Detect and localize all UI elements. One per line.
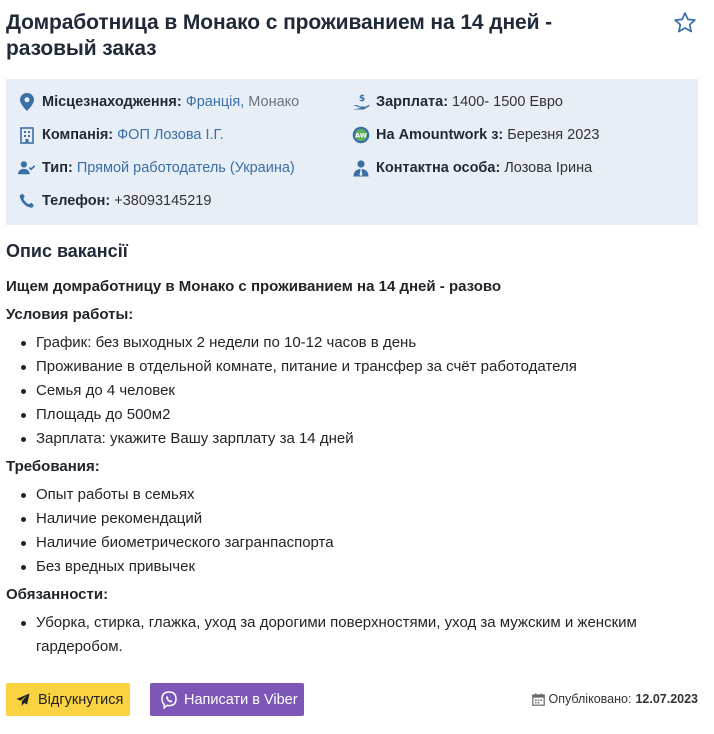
- user-tie-icon: [352, 159, 370, 177]
- salary-value: 1400- 1500 Евро: [452, 94, 563, 110]
- location-country-link[interactable]: Франція,: [186, 94, 245, 110]
- viber-button[interactable]: Написати в Viber: [150, 683, 304, 716]
- location-label: Місцезнаходження:: [42, 94, 182, 110]
- job-info-panel: Місцезнаходження: Франція, Монако $ Зарп…: [6, 79, 698, 225]
- company-row: Компанія: ФОП Лозова І.Г.: [18, 126, 224, 144]
- user-check-icon: [18, 159, 36, 177]
- contact-person-value: Лозова Ірина: [504, 160, 593, 176]
- salary-label: Зарплата:: [376, 94, 449, 110]
- description-section-title: Опис вакансії: [6, 241, 128, 261]
- list-item: Уборка, стирка, глажка, уход за дорогими…: [18, 611, 696, 659]
- salary-hand-icon: $: [352, 93, 370, 111]
- list-item: Семья до 4 человек: [18, 379, 706, 403]
- amountwork-logo-icon: AW: [352, 126, 370, 144]
- contact-person-label: Контактна особа:: [376, 160, 501, 176]
- paper-plane-icon: [14, 691, 32, 709]
- member-since-label: На Amountwork з:: [376, 127, 504, 143]
- job-description: Ищем домработницу в Монако с проживанием…: [6, 275, 706, 659]
- published-info: Опубліковано: 12.07.2023: [531, 692, 698, 706]
- requirements-list: Опыт работы в семьях Наличие рекомендаци…: [6, 483, 706, 579]
- svg-text:AW: AW: [355, 132, 367, 140]
- employer-type-label: Тип:: [42, 160, 73, 176]
- member-since-row: AW На Amountwork з: Березня 2023: [352, 126, 599, 144]
- viber-button-label: Написати в Viber: [184, 691, 298, 708]
- respond-button-label: Відгукнутися: [38, 691, 124, 708]
- company-label: Компанія:: [42, 127, 114, 143]
- employer-type-link[interactable]: Прямой работодатель (Украина): [77, 160, 295, 176]
- svg-text:$: $: [359, 94, 365, 104]
- viber-icon: [160, 690, 178, 709]
- requirements-title: Требования:: [6, 458, 100, 475]
- location-city: Монако: [248, 94, 300, 110]
- location-row: Місцезнаходження: Франція, Монако: [18, 93, 299, 111]
- conditions-list: График: без выходных 2 недели по 10-12 ч…: [6, 331, 706, 451]
- member-since-value: Березня 2023: [507, 127, 600, 143]
- list-item: Без вредных привычек: [18, 555, 706, 579]
- job-title: Домработница в Монако с проживанием на 1…: [6, 11, 553, 60]
- phone-label: Телефон:: [42, 193, 111, 209]
- phone-value[interactable]: +38093145219: [114, 193, 211, 209]
- list-item: Наличие биометрического загранпаспорта: [18, 531, 706, 555]
- list-item: Зарплата: укажите Вашу зарплату за 14 дн…: [18, 427, 706, 451]
- respond-button[interactable]: Відгукнутися: [6, 683, 130, 716]
- salary-row: $ Зарплата: 1400- 1500 Евро: [352, 93, 563, 111]
- list-item: График: без выходных 2 недели по 10-12 ч…: [18, 331, 706, 355]
- conditions-title: Условия работы:: [6, 306, 134, 323]
- list-item: Опыт работы в семьях: [18, 483, 706, 507]
- published-date: 12.07.2023: [635, 692, 698, 706]
- phone-icon: [18, 192, 36, 210]
- list-item: Проживание в отдельной комнате, питание …: [18, 355, 706, 379]
- phone-row: Телефон: +38093145219: [18, 192, 211, 210]
- map-marker-icon: [18, 93, 36, 111]
- description-intro: Ищем домработницу в Монако с проживанием…: [6, 278, 502, 295]
- duties-list: Уборка, стирка, глажка, уход за дорогими…: [6, 611, 696, 659]
- published-label: Опубліковано:: [548, 692, 632, 706]
- calendar-icon: [531, 693, 545, 706]
- employer-type-row: Тип: Прямой работодатель (Украина): [18, 159, 295, 177]
- building-icon: [18, 126, 36, 144]
- company-link[interactable]: ФОП Лозова І.Г.: [117, 127, 224, 143]
- duties-title: Обязанности:: [6, 586, 109, 603]
- favorite-star-icon[interactable]: [672, 10, 698, 36]
- job-header: Домработница в Монако с проживанием на 1…: [6, 10, 706, 62]
- list-item: Наличие рекомендаций: [18, 507, 706, 531]
- list-item: Площадь до 500м2: [18, 403, 706, 427]
- contact-person-row: Контактна особа: Лозова Ірина: [352, 159, 592, 177]
